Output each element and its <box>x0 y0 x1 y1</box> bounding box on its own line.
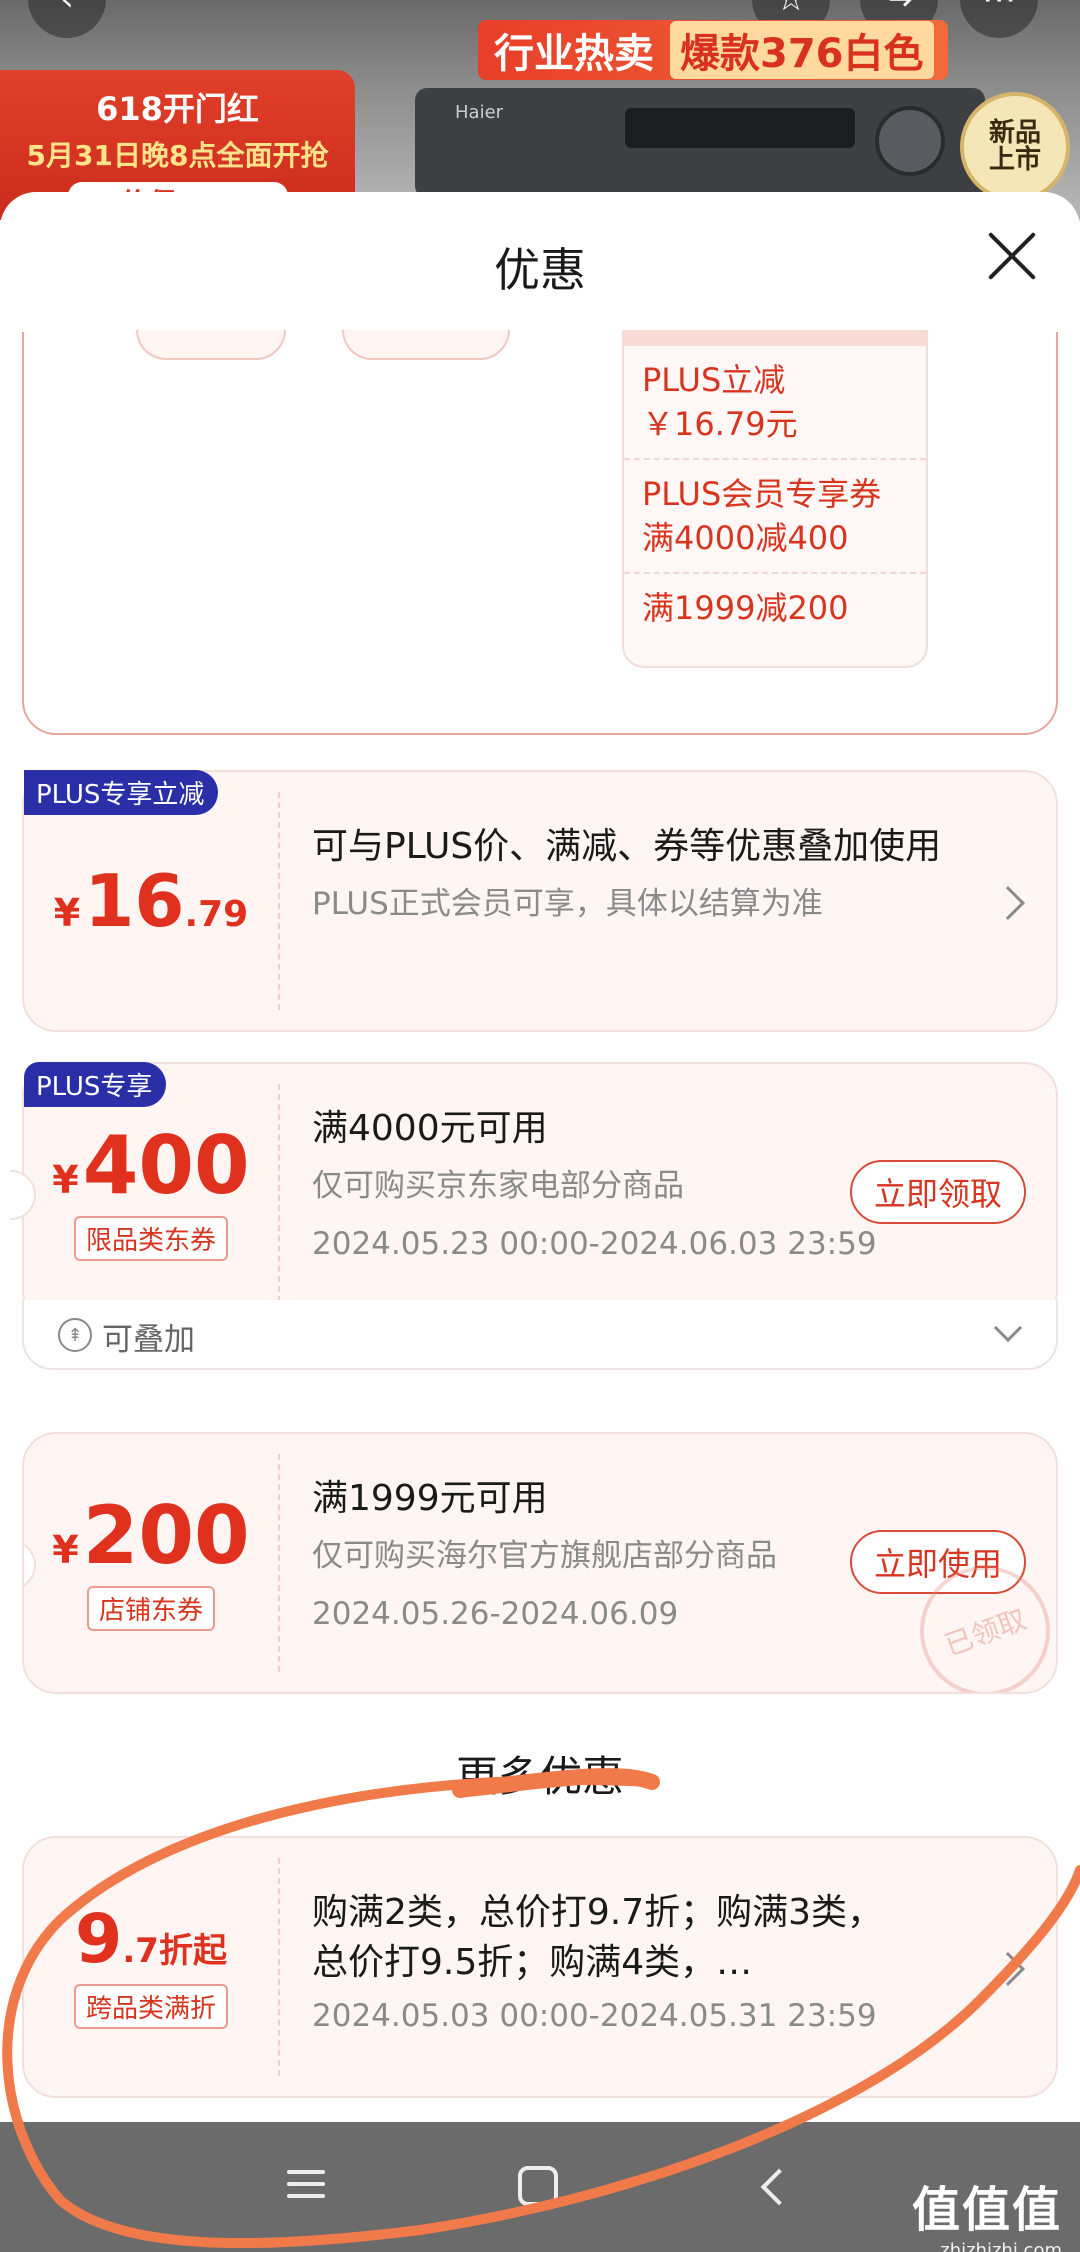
close-icon[interactable] <box>982 226 1042 286</box>
watermark-url: zhizhizhi.com <box>940 2240 1062 2252</box>
promo-item-full-reduce: 满1999减200 <box>642 589 849 627</box>
coupon-plus-400[interactable]: PLUS专享 ¥ 400 限品类东券 满4000元可用 仅可购买京东家电部分商品… <box>10 1062 1058 1324</box>
chevron-right-icon[interactable] <box>991 886 1025 920</box>
currency-symbol: ¥ <box>52 1527 79 1572</box>
coupon-amount: 9 .7折起 跨品类满折 <box>24 1838 278 2096</box>
coupon-price: ¥ 200 <box>52 1488 250 1582</box>
coupon-type-badge: 跨品类满折 <box>73 1983 228 2029</box>
coupon-divider <box>278 792 280 1010</box>
price-integer: 16 <box>84 859 185 943</box>
chevron-right-icon[interactable] <box>991 1952 1025 1986</box>
promo-item-plus-reduce: PLUS立减 ￥16.79元 <box>624 346 926 460</box>
coupon-subtitle: PLUS正式会员可享，具体以结算为准 <box>312 886 823 922</box>
price-integer: 200 <box>82 1488 250 1582</box>
new-badge-line-2: 上市 <box>988 145 1041 175</box>
promo-list: PLUS立减 ￥16.79元 PLUS会员专享券 满4000减400 满1999… <box>622 330 928 668</box>
coupon-price: 9 .7折起 <box>75 1899 227 1979</box>
price-decimal: .79 <box>184 894 249 935</box>
coupon-divider <box>278 1084 280 1302</box>
home-icon[interactable] <box>518 2166 558 2206</box>
claim-coupon-button[interactable]: 立即领取 <box>850 1160 1026 1224</box>
coupon-type-badge: 店铺东券 <box>86 1585 215 1631</box>
hot-product-label: 爆款376白色 <box>670 21 934 79</box>
price-breakdown-card: PLUS立减 ￥16.79元 PLUS会员专享券 满4000减400 满1999… <box>22 330 1058 735</box>
watermark-logo: 值值值 <box>911 2182 1062 2238</box>
coupon-details: 可与PLUS价、满减、券等优惠叠加使用 PLUS正式会员可享，具体以结算为准 <box>312 822 946 926</box>
coupon-date-range: 2024.05.23 00:00-2024.06.03 23:59 <box>312 1226 877 1262</box>
coupon-amount: ¥ 16 .79 <box>24 772 278 1030</box>
washer-display <box>625 108 855 148</box>
price-integer: 400 <box>82 1118 250 1212</box>
promo-list-cap <box>624 330 926 346</box>
recent-apps-icon[interactable] <box>276 2162 336 2212</box>
product-banner: ‹ ☆ ↪ ⋯ 行业热卖 爆款376白色 618开门红 5月31日晚8点全面开抢… <box>0 0 1080 220</box>
coupon-divider <box>278 1858 280 2076</box>
new-badge-line-1: 新品 <box>988 117 1041 148</box>
chevron-down-icon[interactable] <box>993 1313 1023 1343</box>
coupon-details: 购满2类，总价打9.7折；购满3类，总价打9.5折；购满4类，… 2024.05… <box>312 1888 906 2038</box>
discount-integer: 9 <box>75 1899 123 1979</box>
discount-decimal: .7折起 <box>122 1930 227 1971</box>
coupon-title: 可与PLUS价、满减、券等优惠叠加使用 <box>312 826 942 867</box>
coupon-price: ¥ 16 .79 <box>54 865 248 937</box>
coupon-title: 满4000元可用 <box>312 1108 548 1149</box>
coupon-amount: ¥ 200 店铺东券 <box>24 1434 278 1692</box>
coupon-date-range: 2024.05.03 00:00-2024.05.31 23:59 <box>312 1998 877 2034</box>
coupon-price: ¥ 400 <box>52 1118 250 1212</box>
coupon-amount: ¥ 400 限品类东券 <box>24 1064 278 1322</box>
stackable-label: 可叠加 <box>102 1322 195 1358</box>
sheet-title: 优惠 <box>494 243 586 297</box>
coupon-type-badge: 限品类东券 <box>73 1215 228 1261</box>
back-icon[interactable]: ‹ <box>28 0 106 38</box>
coupon-plus-reduce[interactable]: PLUS专享立减 ¥ 16 .79 可与PLUS价、满减、券等优惠叠加使用 PL… <box>22 770 1058 1032</box>
coupon-title: 满1999元可用 <box>312 1478 548 1519</box>
hot-label: 行业热卖 <box>494 31 654 77</box>
discount-sheet[interactable]: 优惠 PLUS立减 ￥16.79元 PLUS会员专享券 满4000减400 满1… <box>0 192 1080 2122</box>
more-icon[interactable]: ⋯ <box>960 0 1038 38</box>
currency-symbol: ¥ <box>53 891 81 935</box>
promo-line-1: 618开门红 <box>96 90 259 128</box>
stackable-row[interactable]: ⇞ 可叠加 <box>22 1300 1058 1370</box>
washer-image: Haier <box>415 88 985 198</box>
coupon-store-200[interactable]: ¥ 200 店铺东券 满1999元可用 仅可购买海尔官方旗舰店部分商品 2024… <box>22 1432 1058 1694</box>
currency-symbol: ¥ <box>52 1157 79 1202</box>
coupon-title: 购满2类，总价打9.7折；购满3类，总价打9.5折；购满4类，… <box>312 1892 884 1983</box>
coupon-divider <box>278 1454 280 1672</box>
more-discounts-title: 更多优惠 <box>455 1752 624 1801</box>
promo-line-2: 5月31日晚8点全面开抢 <box>26 139 329 172</box>
back-nav-icon[interactable] <box>760 2168 798 2206</box>
site-watermark: 值值值 zhizhizhi.com <box>912 2170 1062 2252</box>
hot-sale-banner: 行业热卖 爆款376白色 <box>478 20 948 80</box>
coupon-date-range: 2024.05.26-2024.06.09 <box>312 1596 679 1632</box>
new-product-badge: 新品 上市 <box>960 92 1070 202</box>
coupon-cross-category[interactable]: 9 .7折起 跨品类满折 购满2类，总价打9.7折；购满3类，总价打9.5折；购… <box>22 1836 1058 2098</box>
promo-item-plus-coupon: PLUS会员专享券 满4000减400 <box>624 460 926 574</box>
washer-brand: Haier <box>455 102 504 123</box>
price-pill-stub <box>342 330 510 360</box>
stack-icon: ⇞ <box>58 1318 92 1352</box>
washer-knob <box>875 106 945 176</box>
price-pill-stub <box>136 330 286 360</box>
